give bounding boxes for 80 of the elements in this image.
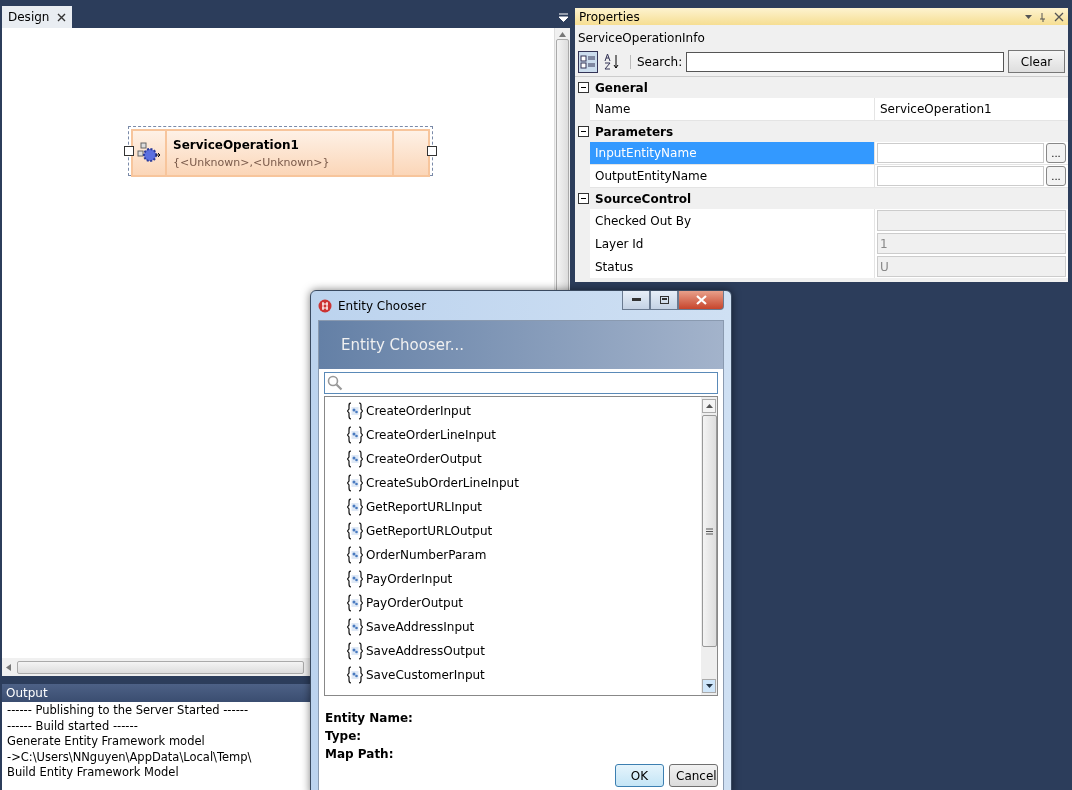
scroll-down-icon[interactable] — [705, 684, 713, 688]
cancel-button[interactable]: Cancel — [669, 764, 718, 787]
ok-button[interactable]: OK — [615, 764, 664, 787]
readonly-field: 1 — [877, 233, 1066, 254]
gear-icon — [137, 142, 161, 164]
vertical-scrollbar[interactable] — [701, 397, 717, 695]
browse-button[interactable]: ... — [1046, 166, 1066, 186]
entity-icon — [347, 450, 363, 468]
entity-item[interactable]: SaveAddressOutput — [366, 644, 485, 658]
panel-title: Properties — [579, 9, 640, 24]
output-line: Generate Entity Framework model — [7, 734, 205, 750]
entity-icon — [347, 522, 363, 540]
readonly-field: U — [877, 256, 1066, 277]
dropdown-icon[interactable] — [559, 13, 568, 22]
output-line: ------ Build started ------ — [7, 718, 138, 734]
category-label: General — [595, 80, 648, 95]
property-field[interactable] — [877, 143, 1044, 163]
entity-icon — [347, 594, 363, 612]
collapse-icon[interactable] — [578, 82, 589, 93]
scroll-up-icon[interactable] — [705, 404, 713, 408]
panel-controls-icon[interactable] — [1024, 11, 1064, 22]
search-label: Search: — [630, 54, 683, 69]
entity-item[interactable]: OrderNumberParam — [366, 548, 487, 562]
minimize-icon[interactable] — [622, 291, 650, 310]
property-name[interactable]: Layer Id — [590, 232, 875, 255]
entity-icon — [347, 570, 363, 588]
entity-icon — [347, 474, 363, 492]
categorized-icon[interactable] — [578, 50, 598, 73]
entity-item[interactable]: PayOrderInput — [366, 572, 453, 586]
entity-item[interactable]: CreateOrderOutput — [366, 452, 482, 466]
dialog-title: Entity Chooser — [338, 298, 427, 313]
entity-icon — [347, 498, 363, 516]
collapse-icon[interactable] — [578, 193, 589, 204]
output-line: ->C:\Users\NNguyen\AppData\Local\Temp\ — [7, 749, 252, 765]
node-subtitle: {<Unknown>,<Unknown>} — [173, 155, 331, 169]
entity-icon — [347, 402, 363, 420]
entity-item[interactable]: SaveAddressInput — [366, 620, 475, 634]
browse-button[interactable]: ... — [1046, 143, 1066, 163]
property-name[interactable]: OutputEntityName — [590, 165, 875, 187]
entity-item[interactable]: GetReportURLInput — [366, 500, 483, 514]
entity-item[interactable]: CreateOrderInput — [366, 404, 472, 418]
search-field[interactable] — [324, 372, 718, 394]
entity-item[interactable]: CreateSubOrderLineInput — [366, 476, 519, 490]
entity-icon — [347, 618, 363, 636]
scroll-up-icon[interactable] — [559, 32, 566, 37]
app-icon — [318, 298, 332, 313]
selected-object-name: ServiceOperationInfo — [577, 30, 706, 47]
detail-label: Entity Name: — [325, 710, 414, 727]
entity-icon — [347, 642, 363, 660]
property-name[interactable]: Checked Out By — [590, 209, 875, 232]
property-name[interactable]: Status — [590, 255, 875, 278]
design-tab[interactable]: Design — [2, 6, 73, 28]
entity-icon — [347, 546, 363, 564]
entity-icon — [347, 426, 363, 444]
category-label: Parameters — [595, 124, 674, 139]
node-title: ServiceOperation1 — [173, 137, 300, 152]
maximize-icon[interactable] — [650, 291, 678, 310]
property-name[interactable]: Name — [590, 98, 875, 120]
grip-icon[interactable] — [705, 527, 713, 535]
output-line: Build Entity Framework Model — [7, 765, 179, 781]
close-icon[interactable] — [678, 291, 724, 310]
scroll-left-icon[interactable] — [6, 663, 11, 671]
search-field[interactable] — [686, 51, 1004, 72]
entity-item[interactable]: PayOrderOutput — [366, 596, 463, 610]
category-label: SourceControl — [595, 191, 692, 206]
entity-icon — [347, 666, 363, 684]
entity-item[interactable]: SaveCustomerInput — [366, 668, 485, 682]
dialog-header: Entity Chooser... — [319, 321, 723, 369]
entity-item[interactable]: CreateOrderLineInput — [366, 428, 497, 442]
detail-label: Map Path: — [325, 746, 395, 763]
resize-handle[interactable] — [124, 146, 134, 156]
close-icon[interactable] — [57, 12, 67, 22]
clear-button[interactable]: Clear — [1008, 50, 1065, 73]
entity-item[interactable]: GetReportURLOutput — [366, 524, 493, 538]
detail-label: Type: — [325, 728, 363, 745]
resize-handle[interactable] — [427, 146, 437, 156]
collapse-icon[interactable] — [578, 126, 589, 137]
search-icon — [327, 375, 343, 391]
output-line: ------ Publishing to the Server Started ------ — [7, 703, 249, 719]
property-field[interactable] — [877, 166, 1044, 186]
